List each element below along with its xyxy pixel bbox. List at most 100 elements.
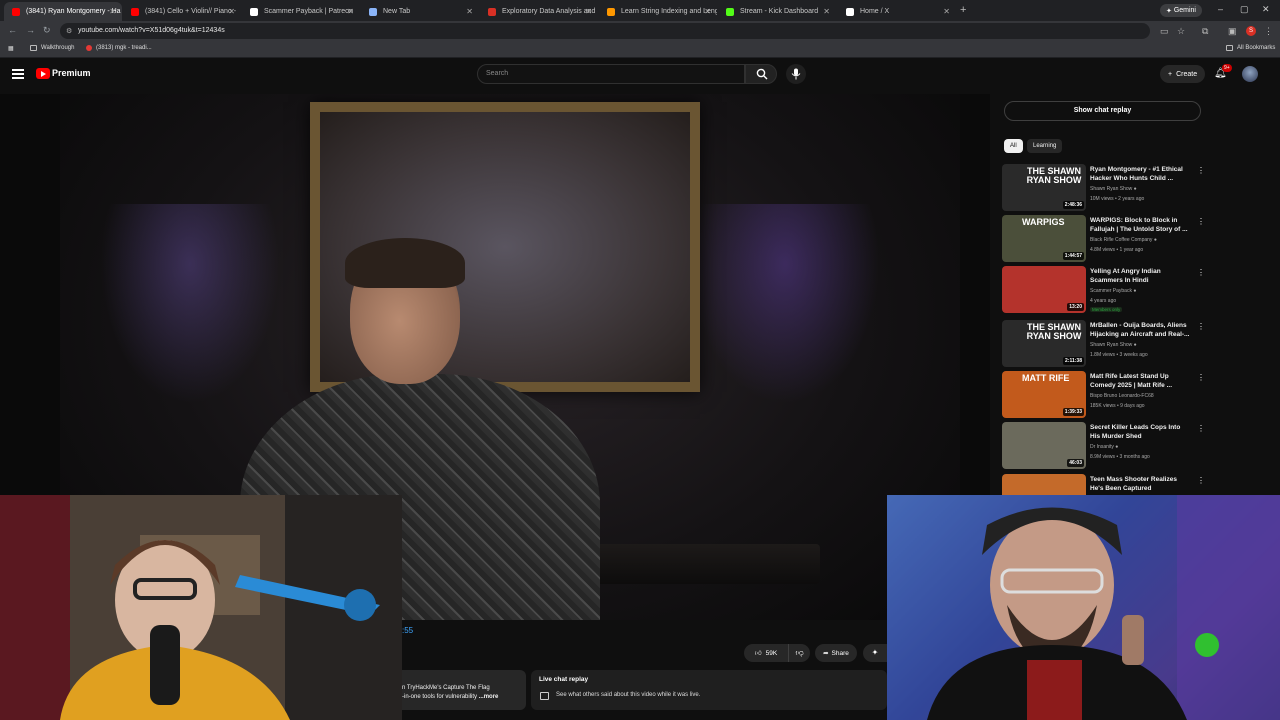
video-title[interactable]: Ryan Montgomery - #1 Ethical Hacker Who … <box>1090 165 1190 183</box>
minimize-icon[interactable]: – <box>1218 4 1223 14</box>
more-options-icon[interactable]: ⋮ <box>1197 268 1205 277</box>
gemini-button[interactable]: ✦ Gemini <box>1160 4 1202 17</box>
video-duration: 1:44:57 <box>1062 252 1084 260</box>
video-title[interactable]: Teen Mass Shooter Realizes He's Been Cap… <box>1090 475 1190 493</box>
timestamp-link[interactable]: :55 <box>402 626 413 635</box>
menu-icon[interactable] <box>12 69 24 79</box>
maximize-icon[interactable]: ▢ <box>1240 4 1249 15</box>
channel-name[interactable]: Bispo Bruno Leonardo-FC68 <box>1090 393 1154 399</box>
channel-name[interactable]: Shawn Ryan Show ● <box>1090 342 1137 348</box>
browser-menu-icon[interactable]: ⋮ <box>1264 26 1273 37</box>
video-thumbnail[interactable]: THE SHAWN RYAN SHOW 2:11:38 <box>1002 320 1086 367</box>
cast-icon[interactable]: ▭ <box>1160 26 1169 37</box>
recommended-video[interactable]: 13:20 Yelling At Angry Indian Scammers In… <box>1002 266 1205 314</box>
members-only-badge: Members only <box>1090 307 1123 312</box>
forward-icon[interactable]: → <box>26 25 35 35</box>
more-options-icon[interactable]: ⋮ <box>1197 424 1205 433</box>
browser-tab[interactable]: Learn String Indexing and Leng ✕ <box>599 2 717 21</box>
webcam-right <box>887 495 1280 720</box>
browser-tab[interactable]: (3841) Cello + Violin// Piano - ✕ <box>123 2 241 21</box>
tab-favicon-icon <box>131 7 139 16</box>
verified-icon: ● <box>1115 444 1119 450</box>
bookmark-star-icon[interactable]: ☆ <box>1177 26 1185 37</box>
tab-favicon-icon <box>488 7 496 16</box>
site-info-icon[interactable]: ⚙ <box>66 27 72 35</box>
bookmark-walkthrough[interactable]: Walkthrough <box>30 45 74 51</box>
search-input[interactable]: Search <box>477 64 745 84</box>
video-meta: 1.8M views • 3 weeks ago <box>1090 352 1148 358</box>
video-duration: 2:11:38 <box>1063 357 1084 365</box>
browser-tab[interactable]: Stream - Kick Dashboard ✕ <box>718 2 836 21</box>
account-avatar[interactable] <box>1242 66 1258 82</box>
video-title[interactable]: Matt Rife Latest Stand Up Comedy 2025 | … <box>1090 372 1190 390</box>
show-chat-replay-button[interactable]: Show chat replay <box>1004 101 1201 121</box>
recommended-video[interactable]: MATT RIFE 1:39:33 Matt Rife Latest Stand U… <box>1002 371 1205 419</box>
channel-name[interactable]: Scammer Payback ● <box>1090 288 1136 294</box>
more-options-icon[interactable]: ⋮ <box>1197 373 1205 382</box>
recommended-video[interactable]: THE SHAWN RYAN SHOW 2:48:36 Ryan Montgomer… <box>1002 164 1205 212</box>
channel-name[interactable]: Dr Insanity ● <box>1090 444 1118 450</box>
recommended-video[interactable]: THE SHAWN RYAN SHOW 2:11:38 MrBallen - Oui… <box>1002 320 1205 368</box>
recommended-video[interactable]: WARPIGS 1:44:57 WARPIGS: Block to Block in… <box>1002 215 1205 263</box>
video-title[interactable]: Yelling At Angry Indian Scammers In Hind… <box>1090 267 1190 285</box>
video-thumbnail[interactable]: WARPIGS 1:44:57 <box>1002 215 1086 262</box>
video-title[interactable]: WARPIGS: Block to Block in Fallujah | Th… <box>1090 216 1190 234</box>
video-thumbnail[interactable]: 13:20 <box>1002 266 1086 313</box>
apps-icon[interactable]: ▦ <box>8 45 14 52</box>
more-options-icon[interactable]: ⋮ <box>1197 217 1205 226</box>
search-icon <box>756 68 768 80</box>
bookmark-mgk[interactable]: (3813) mgk - treadi... <box>86 45 152 51</box>
tab-close-icon[interactable]: ✕ <box>466 7 473 16</box>
more-options-icon[interactable]: ⋮ <box>1197 476 1205 485</box>
browser-profile-avatar[interactable]: S <box>1246 26 1256 36</box>
address-bar[interactable]: youtube.com/watch?v=X51d06g4tuk&t=12434s <box>60 23 1150 39</box>
channel-name[interactable]: Black Rifle Coffee Company ● <box>1090 237 1157 243</box>
tab-close-icon[interactable]: ✕ <box>823 7 830 16</box>
video-duration: 13:20 <box>1067 303 1084 311</box>
chip-learning[interactable]: Learning <box>1027 139 1063 153</box>
browser-tab[interactable]: (3841) Ryan Montgomery - Ha ✕ <box>4 2 122 21</box>
browser-tab[interactable]: New Tab ✕ <box>361 2 479 21</box>
tab-close-icon[interactable]: ✕ <box>228 7 235 16</box>
like-button[interactable]: 👍︎ 59K <box>744 644 788 662</box>
extensions-icon[interactable]: ⧉ <box>1202 26 1208 37</box>
tab-close-icon[interactable]: ✕ <box>109 7 116 16</box>
description-box[interactable]: n TryHackMe's Capture The Flag -in-one t… <box>402 670 526 710</box>
close-window-icon[interactable]: ✕ <box>1262 4 1270 15</box>
tab-close-icon[interactable]: ✕ <box>585 7 592 16</box>
webcam-left-scene <box>0 495 402 720</box>
chip-all[interactable]: All <box>1004 139 1023 153</box>
tab-close-icon[interactable]: ✕ <box>704 7 711 16</box>
video-title[interactable]: Secret Killer Leads Cops Into His Murder… <box>1090 423 1190 441</box>
notification-badge: 9+ <box>1222 64 1232 72</box>
more-options-icon[interactable]: ⋮ <box>1197 166 1205 175</box>
browser-tab[interactable]: Scammer Payback | Patreon ✕ <box>242 2 360 21</box>
more-options-icon[interactable]: ⋮ <box>1197 322 1205 331</box>
video-thumbnail[interactable]: MATT RIFE 1:39:33 <box>1002 371 1086 418</box>
browser-tab[interactable]: Exploratory Data Analysis and ✕ <box>480 2 598 21</box>
youtube-premium-logo[interactable]: Premium <box>52 68 91 78</box>
channel-name[interactable]: Shawn Ryan Show ● <box>1090 186 1137 192</box>
extension-icon[interactable]: ▣ <box>1228 26 1237 37</box>
voice-search-button[interactable] <box>786 64 806 84</box>
share-button[interactable]: ➦ Share <box>815 644 857 662</box>
back-icon[interactable]: ← <box>8 25 17 35</box>
tab-close-icon[interactable]: ✕ <box>943 7 950 16</box>
video-title[interactable]: MrBallen - Ouija Boards, Aliens Hijackin… <box>1090 321 1190 339</box>
ask-button[interactable]: ✦ <box>863 644 887 662</box>
browser-tab[interactable]: Home / X ✕ <box>838 2 956 21</box>
create-button[interactable]: + Create <box>1160 65 1206 83</box>
recommended-video[interactable]: 46:03 Secret Killer Leads Cops Into His M… <box>1002 422 1205 470</box>
dislike-button[interactable]: 👎︎ <box>788 644 810 662</box>
new-tab-button[interactable]: + <box>960 4 966 16</box>
reload-icon[interactable]: ↻ <box>43 25 51 36</box>
description-more-link[interactable]: ...more <box>479 694 499 700</box>
tab-close-icon[interactable]: ✕ <box>347 7 354 16</box>
video-thumbnail[interactable]: THE SHAWN RYAN SHOW 2:48:36 <box>1002 164 1086 211</box>
search-button[interactable] <box>745 64 777 84</box>
video-meta: 10M views • 2 years ago <box>1090 196 1145 202</box>
youtube-logo-icon[interactable] <box>36 68 50 79</box>
folder-icon <box>1226 45 1233 51</box>
all-bookmarks[interactable]: All Bookmarks <box>1226 45 1275 51</box>
video-thumbnail[interactable]: 46:03 <box>1002 422 1086 469</box>
